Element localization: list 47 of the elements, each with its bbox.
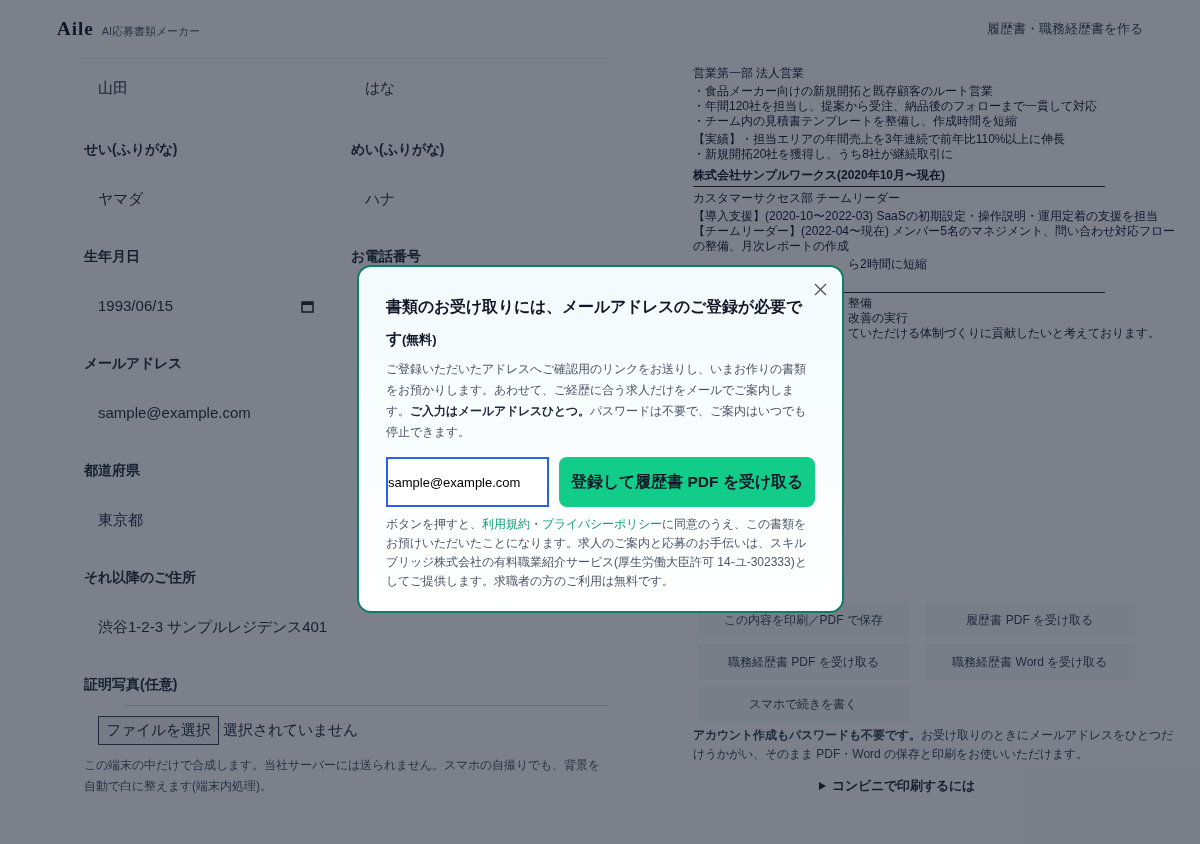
email-field[interactable]: sample@example.com	[386, 457, 549, 507]
resume-text: ら2時間に短縮	[848, 257, 927, 272]
resume-text: 整備	[848, 296, 872, 311]
dialog-title: 書類のお受け取りには、メールアドレスのご登録が必要です(無料)	[386, 297, 804, 349]
legal-text: ボタンを押すと、利用規約・プライバシーポリシーに同意のうえ、この書類をお預けいただいたことになります。求人のご案内と応募のお手伝いは、スキルブリッジ株式会社の有料職業紹介サービス(厚生労働大臣許可 14-ユ-302333)としてご提供します。求職者の方のご利用は無料です。	[386, 516, 808, 590]
file-status: 選択されていません	[223, 720, 358, 740]
resume-text: 【導入支援】(2020-10〜2022-03) SaaSの初期設定・操作説明・運用定着の支援を担当	[693, 209, 1159, 224]
details-summary[interactable]: コンビニで印刷するには	[818, 776, 975, 796]
nav-link[interactable]: 履歴書・職務経歴書を作る	[987, 19, 1143, 39]
field-label: それ以降のご住所	[84, 568, 196, 587]
legal-link[interactable]: プライバシーポリシー	[542, 517, 662, 531]
resume-text: 営業第一部 法人営業	[693, 66, 806, 81]
field-label: せい(ふりがな)	[84, 140, 178, 159]
field-label: 生年月日	[84, 247, 140, 266]
resume-text: ・年間120社を担当し、提案から受注、納品後のフォローまで一貫して対応	[693, 99, 1099, 114]
text-field[interactable]: ヤマダ	[84, 181, 159, 217]
calendar-icon	[301, 299, 314, 313]
resume-heading: 株式会社サンプルワークス(2020年10月〜現在)	[693, 166, 1105, 187]
notice-text: アカウント作成もパスワードも不要です。お受け取りのときにメールアドレスをひとつだけうかがい、そのまま PDF・Word の保存と印刷をお使いいただけます。	[693, 727, 1174, 763]
field-label: 証明写真(任意)	[84, 675, 178, 694]
field-label: お電話番号	[351, 247, 421, 266]
field-label: めい(ふりがな)	[351, 140, 445, 159]
field-label: メールアドレス	[84, 354, 182, 373]
tagline: AI応募書類メーカー	[101, 23, 201, 39]
logo[interactable]: Aile	[57, 14, 94, 44]
text-field[interactable]: 東京都	[84, 502, 159, 538]
resume-text: カスタマーサクセス部 チームリーダー	[693, 191, 902, 206]
legal-link[interactable]: 利用規約	[482, 517, 530, 531]
resume-text: ・食品メーカー向けの新規開拓と既存顧客のルート営業	[693, 84, 994, 99]
resume-text: ていただける体制づくりに貢献したいと考えております。	[848, 326, 1160, 341]
date-field[interactable]: 1993/06/15	[84, 288, 324, 324]
dialog-body: ご登録いただいたアドレスへご確認用のリンクをお送りし、いまお作りの書類をお預かりします。あわせて、ご経歴に合う求人だけをメールでご案内します。ご入力はメールアドレスひとつ。パスワードは不要で、ご案内はいつでも停止できます。	[386, 361, 807, 441]
field-label: 都道府県	[84, 461, 140, 480]
resume-text: 【チームリーダー】(2022-04〜現在) メンバー5名のマネジメント、問い合わせ対応フローの整備、月次レポートの作成	[693, 224, 1177, 254]
resume-text: ・新規開拓20社を獲得し、うち8社が継続取引に	[693, 147, 955, 162]
text-field[interactable]: sample@example.com	[84, 395, 267, 431]
resume-text: ・チーム内の見積書テンプレートを整備し、作成時間を短縮	[693, 114, 1018, 129]
close-icon	[813, 282, 827, 296]
resume-text: 【実績】・担当エリアの年間売上を3年連続で前年比110%以上に伸長	[693, 132, 1067, 147]
text-field[interactable]: 山田	[84, 70, 144, 106]
resume-text: 改善の実行	[848, 311, 908, 326]
text-field[interactable]: はな	[351, 70, 411, 106]
text-field[interactable]: 渋谷1-2-3 サンプルレジデンス401	[84, 609, 344, 645]
photo-hint: この端末の中だけで合成します。当社サーバーには送られません。スマホの自撮りでも、背景を自動で白に整えます(端末内処理)。	[84, 756, 601, 795]
file-button[interactable]: ファイルを選択	[98, 716, 219, 745]
text-field[interactable]: ハナ	[351, 181, 411, 217]
submit-button[interactable]: 登録して履歴書 PDF を受け取る	[559, 457, 815, 507]
